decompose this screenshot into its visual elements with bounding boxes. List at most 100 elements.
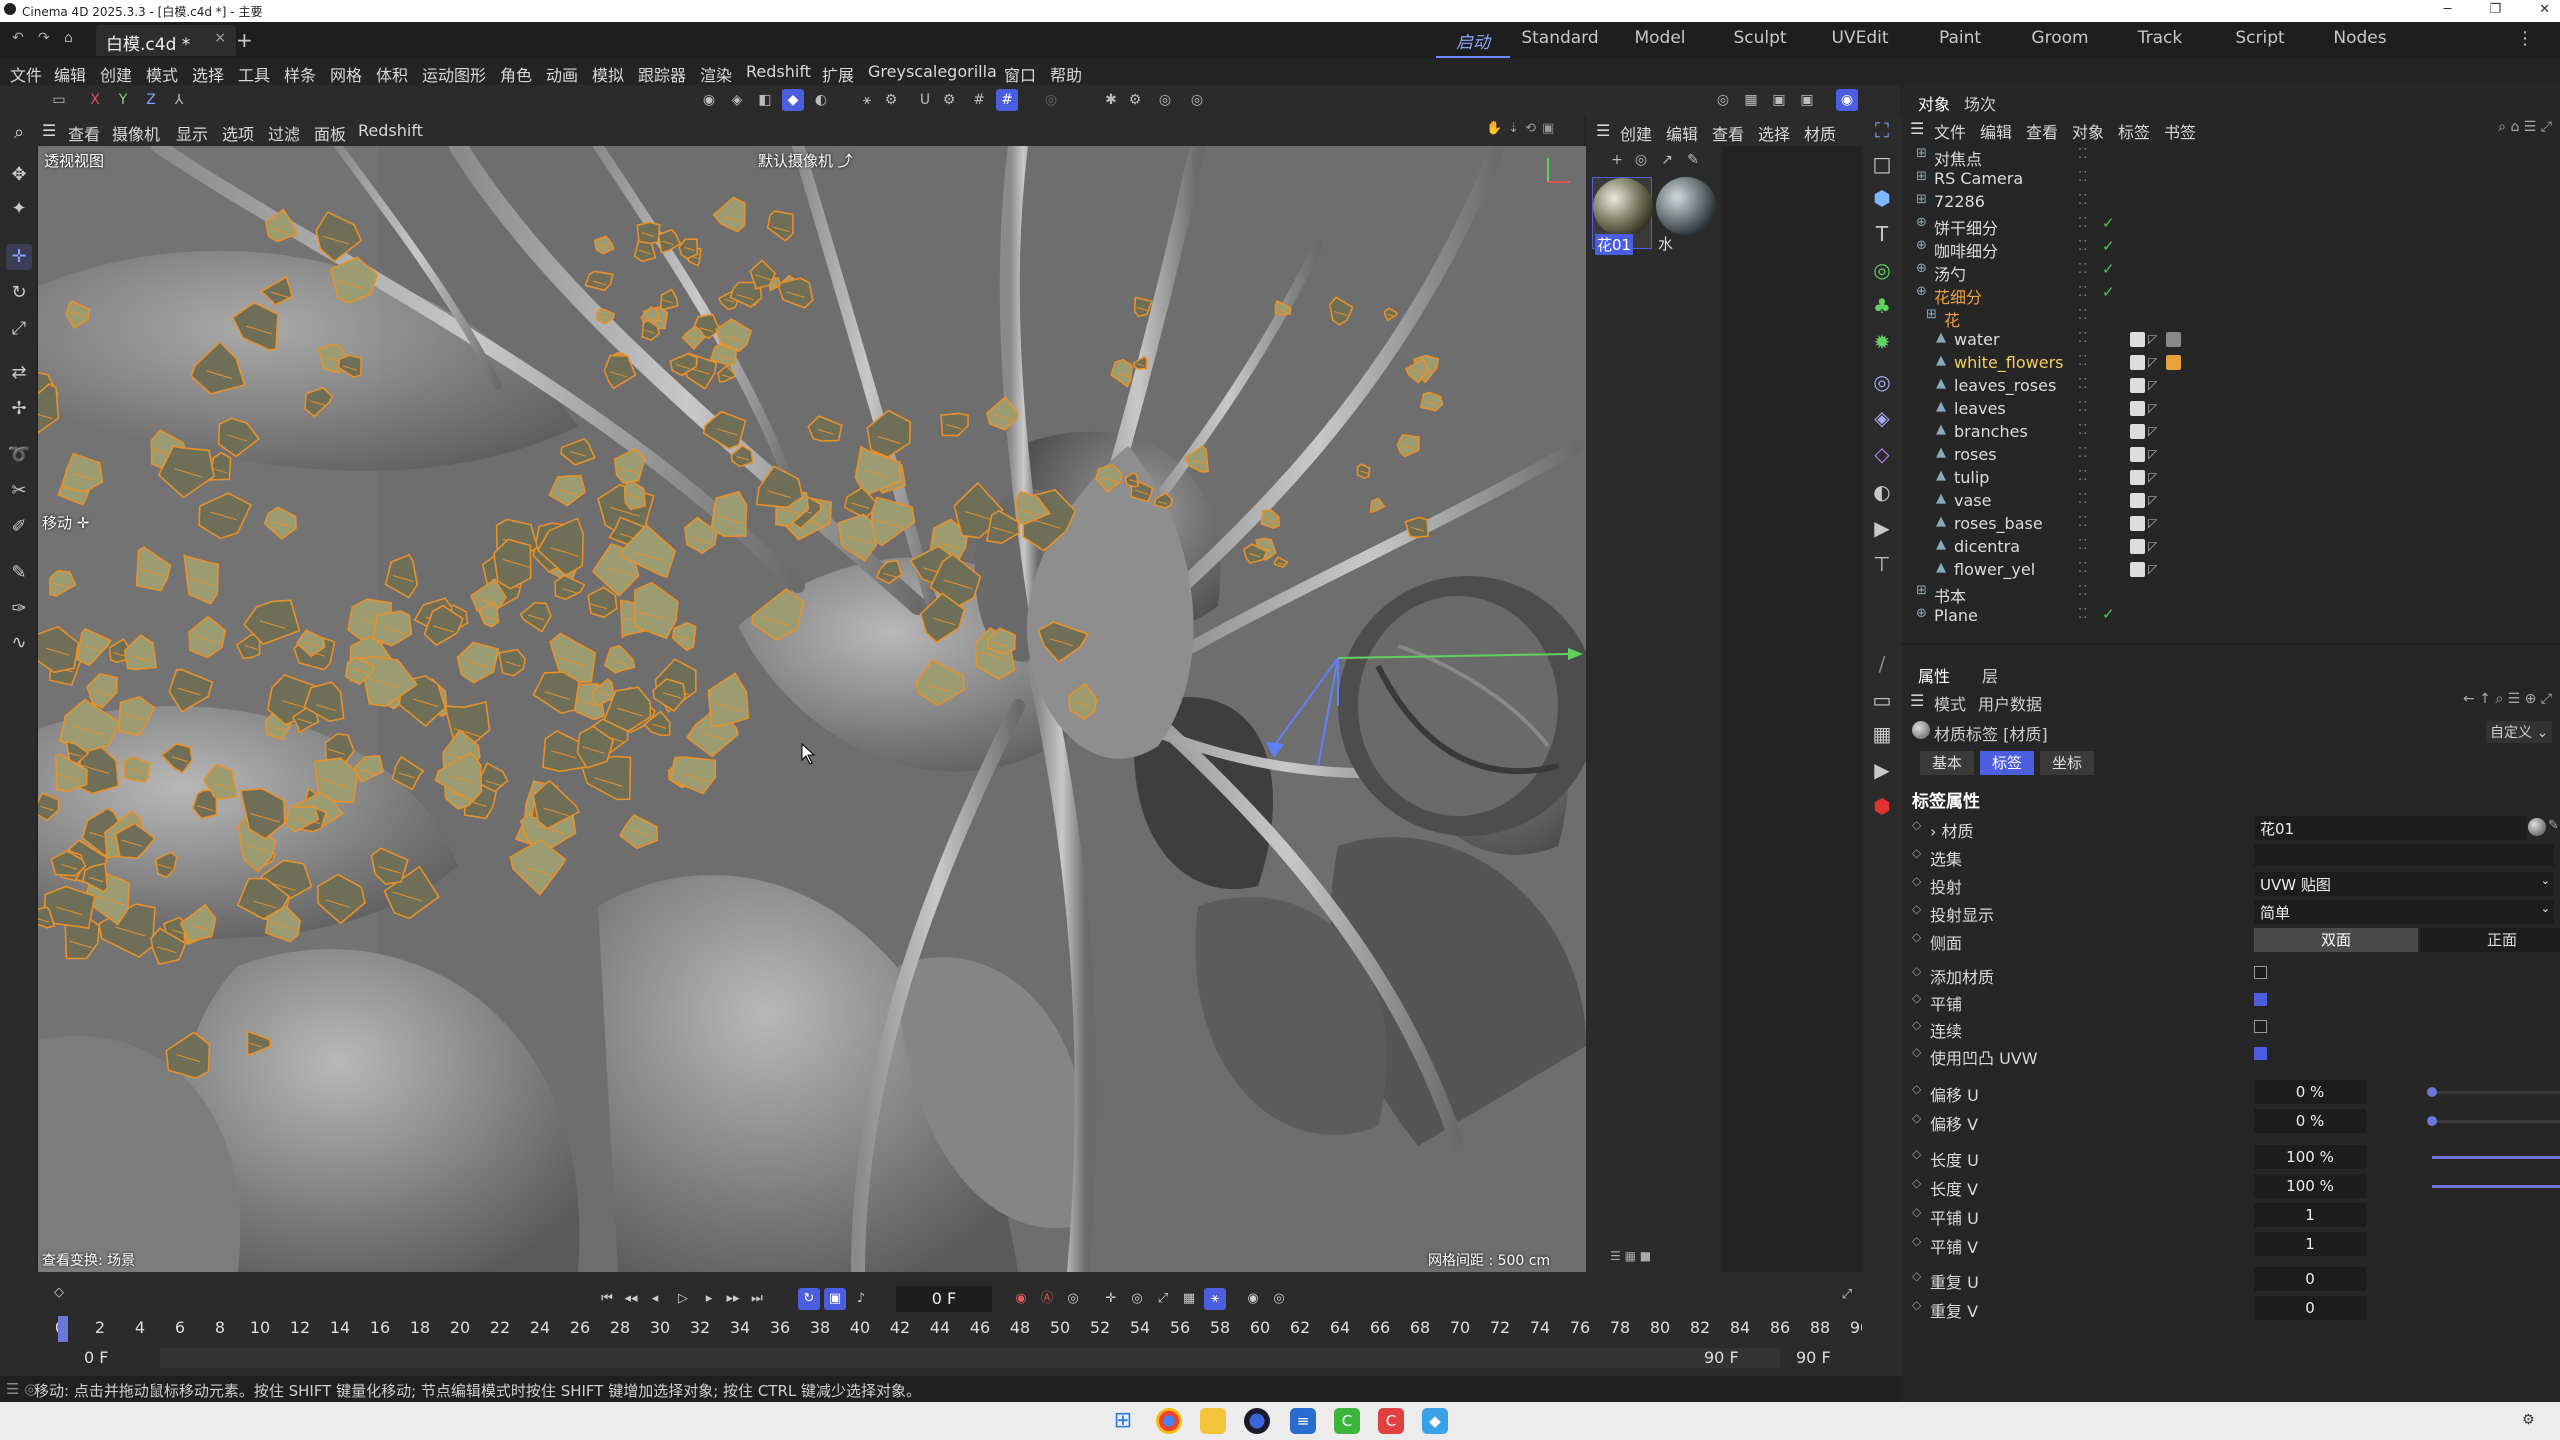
menu-item-12[interactable]: 模拟 bbox=[592, 62, 624, 86]
add-tab-button[interactable]: + bbox=[236, 28, 253, 52]
notepad-icon[interactable]: ≡ bbox=[1290, 1408, 1316, 1434]
menu-item-13[interactable]: 跟踪器 bbox=[638, 62, 686, 86]
object-row[interactable]: ⊕ 汤勺 ⁚⁚ ✓ bbox=[1902, 260, 2560, 284]
enabled-check-icon[interactable]: ✓ bbox=[2102, 605, 2115, 623]
attributes-hamburger-icon[interactable]: ☰ bbox=[1910, 691, 1924, 710]
menu-item-9[interactable]: 运动图形 bbox=[422, 62, 486, 86]
object-row[interactable]: ⊞ 花 ⁚⁚ bbox=[1902, 306, 2560, 330]
material-menu-item-4[interactable]: 材质 bbox=[1804, 121, 1836, 145]
uvw-tag-icon[interactable]: ◸ bbox=[2148, 401, 2163, 416]
key-param-icon[interactable]: ▦ bbox=[1178, 1288, 1200, 1310]
minimize-button[interactable]: ─ bbox=[2444, 2, 2452, 17]
project-icon[interactable]: ▭ bbox=[48, 89, 70, 111]
record-icon[interactable]: ◉ bbox=[1010, 1288, 1032, 1310]
object-row[interactable]: ⊞ 对焦点 ⁚⁚ bbox=[1902, 145, 2560, 169]
visibility-dots-icon[interactable]: ⁚⁚ bbox=[2078, 423, 2088, 438]
redo-icon[interactable]: ↷ bbox=[38, 30, 50, 46]
range-bar[interactable] bbox=[160, 1348, 1780, 1368]
play-icon[interactable]: ▷ bbox=[672, 1288, 694, 1310]
repeat-v-field[interactable]: 0 bbox=[2254, 1296, 2366, 1320]
motion-system-icon[interactable]: ◉ bbox=[1242, 1288, 1264, 1310]
material-tag-icon[interactable] bbox=[2166, 332, 2181, 347]
effector-icon[interactable]: ◈ bbox=[1868, 404, 1896, 432]
side-both-button[interactable]: 双面 bbox=[2254, 928, 2418, 952]
texture-tag-icon[interactable] bbox=[2130, 516, 2145, 531]
material-menu-item-3[interactable]: 选择 bbox=[1758, 121, 1790, 145]
visibility-dots-icon[interactable]: ⁚⁚ bbox=[2078, 239, 2088, 254]
motion-clip-icon[interactable]: ◎ bbox=[1268, 1288, 1290, 1310]
key-settings-icon[interactable]: ◎ bbox=[1062, 1288, 1084, 1310]
object-row[interactable]: ▲ roses ⁚⁚ ◸ bbox=[1902, 444, 2560, 467]
viewport-menu-item-1[interactable]: 摄像机 bbox=[112, 121, 160, 145]
camera-icon[interactable]: ▶ bbox=[1868, 514, 1896, 542]
render-settings-side-icon[interactable]: ▦ bbox=[1868, 720, 1896, 748]
current-frame-field[interactable]: 0 F bbox=[896, 1286, 992, 1312]
file-explorer-icon[interactable] bbox=[1200, 1408, 1226, 1434]
object-row[interactable]: ▲ flower_yel ⁚⁚ ◸ bbox=[1902, 559, 2560, 582]
menu-item-2[interactable]: 创建 bbox=[100, 62, 132, 86]
menu-item-3[interactable]: 模式 bbox=[146, 62, 178, 86]
texture-tag-icon[interactable] bbox=[2130, 493, 2145, 508]
prev-key-icon[interactable]: ◂◂ bbox=[620, 1288, 642, 1310]
object-row[interactable]: ⊕ Plane ⁚⁚ ✓ bbox=[1902, 605, 2560, 628]
object-row[interactable]: ▲ dicentra ⁚⁚ ◸ bbox=[1902, 536, 2560, 559]
preview-range-icon[interactable]: ▣ bbox=[824, 1288, 846, 1310]
floor-icon[interactable]: ⊤ bbox=[1868, 550, 1896, 578]
tab-attributes[interactable]: 属性 bbox=[1918, 663, 1950, 687]
render-settings-icon[interactable]: ▣ bbox=[1796, 89, 1818, 111]
enabled-check-icon[interactable]: ✓ bbox=[2102, 237, 2115, 255]
visibility-dots-icon[interactable]: ⁚⁚ bbox=[2078, 170, 2088, 185]
attr-material-label[interactable]: › 材质 bbox=[1930, 818, 1974, 842]
material-menu-item-1[interactable]: 编辑 bbox=[1666, 121, 1698, 145]
isolate-icon[interactable]: ◎ bbox=[1154, 89, 1176, 111]
axis-y-toggle[interactable]: Y bbox=[112, 89, 134, 111]
viewport[interactable]: 透视视图 默认摄像机 ⤴ 移动 ✛ 查看变换: 场景 网格间距 : 500 cm bbox=[38, 146, 1586, 1272]
next-key-icon[interactable]: ▸▸ bbox=[722, 1288, 744, 1310]
object-row[interactable]: ⊞ 72286 ⁚⁚ bbox=[1902, 191, 2560, 214]
axis-x-toggle[interactable]: X bbox=[84, 89, 106, 111]
lock-icon[interactable]: ◎ bbox=[1040, 89, 1062, 111]
texture-tag-icon[interactable] bbox=[2130, 447, 2145, 462]
enabled-check-icon[interactable]: ✓ bbox=[2102, 214, 2115, 232]
visibility-dots-icon[interactable]: ⁚⁚ bbox=[2078, 354, 2088, 369]
menu-item-1[interactable]: 编辑 bbox=[54, 62, 86, 86]
tab-takes[interactable]: 场次 bbox=[1964, 91, 1996, 115]
object-row[interactable]: ⊕ 花细分 ⁚⁚ ✓ bbox=[1902, 283, 2560, 307]
knife-icon[interactable]: ✂ bbox=[6, 478, 32, 504]
object-row[interactable]: ▲ roses_base ⁚⁚ ◸ bbox=[1902, 513, 2560, 536]
red-app-icon[interactable]: C bbox=[1378, 1408, 1404, 1434]
uvw-tag-icon[interactable]: ◸ bbox=[2148, 562, 2163, 577]
repeat-u-field[interactable]: 0 bbox=[2254, 1267, 2366, 1291]
menu-item-7[interactable]: 网格 bbox=[330, 62, 362, 86]
objects-menu-item-2[interactable]: 查看 bbox=[2026, 119, 2058, 143]
texture-tag-icon[interactable] bbox=[2130, 424, 2145, 439]
apply-material-icon[interactable]: ↗ bbox=[1656, 149, 1678, 171]
timeline-ruler[interactable]: 0246810121416182022242628303234363840424… bbox=[55, 1312, 1896, 1342]
subtab-tag[interactable]: 标签 bbox=[1980, 751, 2034, 775]
visibility-dots-icon[interactable]: ⁚⁚ bbox=[2078, 607, 2088, 622]
brush-icon[interactable]: ✎ bbox=[6, 560, 32, 586]
render-region-icon[interactable]: ▦ bbox=[1740, 89, 1762, 111]
menu-item-4[interactable]: 选择 bbox=[192, 62, 224, 86]
viewport-hamburger-icon[interactable]: ☰ bbox=[42, 121, 56, 140]
layout-0[interactable]: 启动 bbox=[1436, 22, 1510, 58]
layout-4[interactable]: UVEdit bbox=[1810, 22, 1910, 58]
close-window-button[interactable]: ✕ bbox=[2539, 2, 2550, 17]
render-play-icon[interactable]: ▶ bbox=[1868, 756, 1896, 784]
menu-item-15[interactable]: Redshift bbox=[746, 62, 811, 81]
start-frame[interactable]: 0 F bbox=[84, 1348, 108, 1367]
uvw-tag-icon[interactable]: ◸ bbox=[2148, 424, 2163, 439]
render-picture-viewer-icon[interactable]: ▣ bbox=[1768, 89, 1790, 111]
material-hamburger-icon[interactable]: ☰ bbox=[1596, 121, 1610, 140]
spline-pen-icon[interactable]: ∿ bbox=[6, 630, 32, 656]
windows-start-icon[interactable]: ⊞ bbox=[1110, 1408, 1136, 1434]
cloner-icon[interactable]: ♣ bbox=[1868, 292, 1896, 320]
deformer-gear-icon[interactable]: ✹ bbox=[1868, 328, 1896, 356]
menu-item-16[interactable]: 扩展 bbox=[822, 62, 854, 86]
uvw-tag-icon[interactable]: ◸ bbox=[2148, 470, 2163, 485]
offset-v-slider[interactable] bbox=[2427, 1116, 2560, 1126]
close-tab-icon[interactable]: × bbox=[214, 30, 226, 46]
menu-item-17[interactable]: Greyscalegorilla bbox=[868, 62, 997, 81]
uvw-tag-icon[interactable]: ◸ bbox=[2148, 332, 2163, 347]
object-row[interactable]: ▲ tulip ⁚⁚ ◸ bbox=[1902, 467, 2560, 490]
